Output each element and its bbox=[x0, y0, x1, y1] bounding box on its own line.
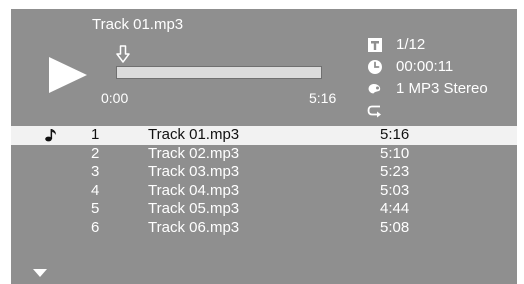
track-name: Track 03.mp3 bbox=[148, 163, 240, 180]
track-number: 3 bbox=[91, 163, 100, 180]
track-row[interactable]: 6 Track 06.mp3 5:08 bbox=[11, 219, 517, 238]
track-number: 5 bbox=[91, 200, 100, 217]
track-name: Track 01.mp3 bbox=[148, 126, 240, 143]
player-screen: Track 01.mp3 0:00 5:16 1/12 00:00:11 1 M… bbox=[11, 9, 517, 284]
track-name: Track 05.mp3 bbox=[148, 200, 240, 217]
track-row[interactable]: 4 Track 04.mp3 5:03 bbox=[11, 182, 517, 201]
repeat-icon bbox=[367, 105, 381, 118]
audio-info: 1 MP3 Stereo bbox=[396, 80, 488, 97]
track-row[interactable]: 1 Track 01.mp3 5:16 bbox=[11, 126, 517, 145]
track-counter-icon bbox=[368, 38, 382, 52]
track-row[interactable]: 5 Track 05.mp3 4:44 bbox=[11, 200, 517, 219]
track-duration: 5:10 bbox=[380, 144, 410, 162]
track-duration: 5:16 bbox=[380, 126, 410, 143]
elapsed-time-label: 0:00 bbox=[101, 90, 129, 106]
track-number: 1 bbox=[91, 126, 100, 143]
time-display: 00:00:11 bbox=[396, 58, 454, 75]
now-playing-title: Track 01.mp3 bbox=[92, 16, 184, 33]
track-duration: 4:44 bbox=[380, 200, 410, 217]
track-name: Track 06.mp3 bbox=[148, 218, 240, 236]
track-number: 4 bbox=[91, 181, 100, 199]
total-time-label: 5:16 bbox=[309, 90, 337, 106]
scroll-down-icon[interactable] bbox=[33, 269, 47, 277]
audio-stream-icon bbox=[368, 84, 381, 94]
track-duration: 5:08 bbox=[380, 218, 410, 236]
track-name: Track 04.mp3 bbox=[148, 181, 240, 199]
play-icon bbox=[49, 57, 87, 93]
track-number: 2 bbox=[91, 144, 100, 162]
track-row[interactable]: 3 Track 03.mp3 5:23 bbox=[11, 163, 517, 182]
track-counter: 1/12 bbox=[396, 36, 426, 53]
clock-icon bbox=[368, 60, 382, 74]
progress-bar[interactable] bbox=[116, 66, 322, 79]
position-marker-icon[interactable] bbox=[116, 45, 130, 63]
track-list: 1 Track 01.mp3 5:16 2 Track 02.mp3 5:10 3 Track… bbox=[11, 126, 517, 237]
music-note-icon bbox=[45, 129, 56, 142]
track-duration: 5:23 bbox=[380, 163, 410, 180]
track-duration: 5:03 bbox=[380, 181, 410, 199]
track-name: Track 02.mp3 bbox=[148, 144, 240, 162]
track-number: 6 bbox=[91, 218, 100, 236]
track-row[interactable]: 2 Track 02.mp3 5:10 bbox=[11, 145, 517, 164]
